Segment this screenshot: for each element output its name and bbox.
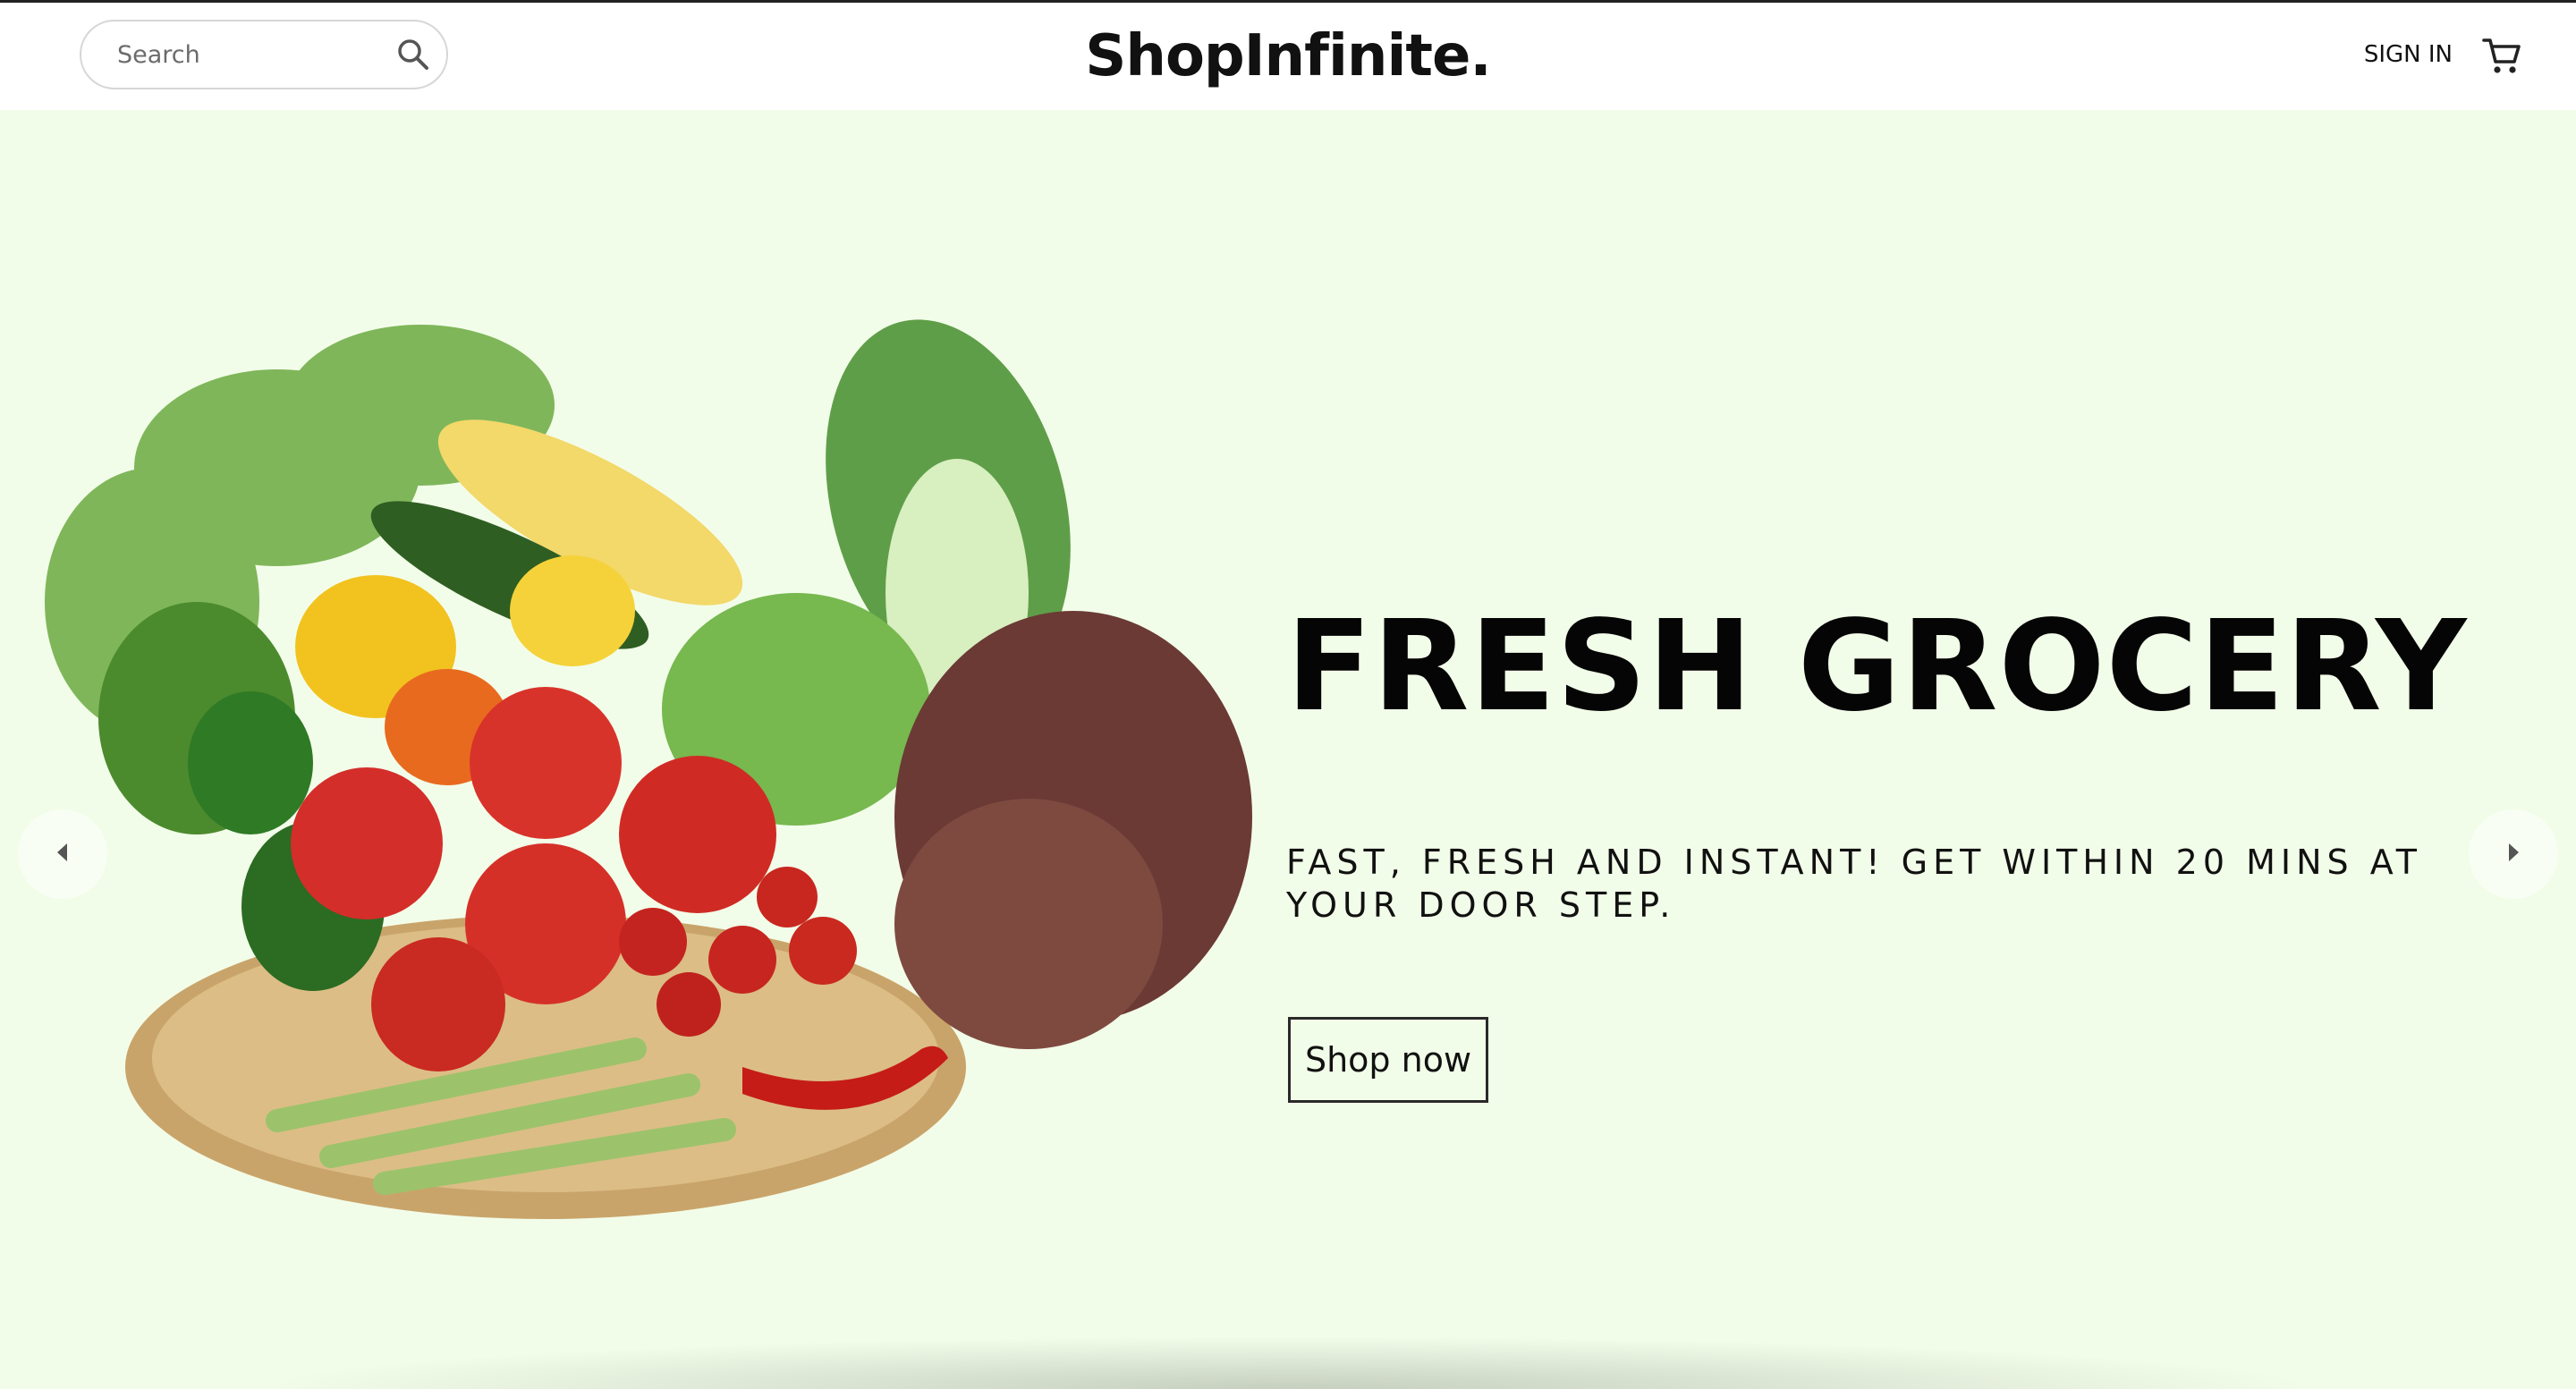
search-icon[interactable]: [391, 32, 436, 77]
chevron-left-icon: [55, 842, 71, 867]
vegetable-basket-image: [45, 319, 1252, 1219]
carousel-prev-button[interactable]: [18, 809, 107, 899]
search-bar[interactable]: [80, 20, 448, 89]
section-shadow: [250, 1335, 2326, 1389]
cart-icon[interactable]: [2481, 35, 2522, 76]
site-header: ShopInfinite. SIGN IN: [0, 3, 2576, 110]
hero-subtitle: FAST, FRESH AND INSTANT! GET WITHIN 20 M…: [1286, 843, 2422, 925]
search-input[interactable]: [115, 39, 378, 70]
sign-in-link[interactable]: SIGN IN: [2364, 38, 2453, 71]
hero-banner: FRESH GROCERY FAST, FRESH AND INSTANT! G…: [0, 110, 2576, 1389]
carousel-next-button[interactable]: [2469, 809, 2558, 899]
hero-title: FRESH GROCERY: [1286, 594, 2468, 740]
chevron-right-icon: [2505, 842, 2521, 867]
shop-now-button[interactable]: Shop now: [1288, 1017, 1488, 1103]
